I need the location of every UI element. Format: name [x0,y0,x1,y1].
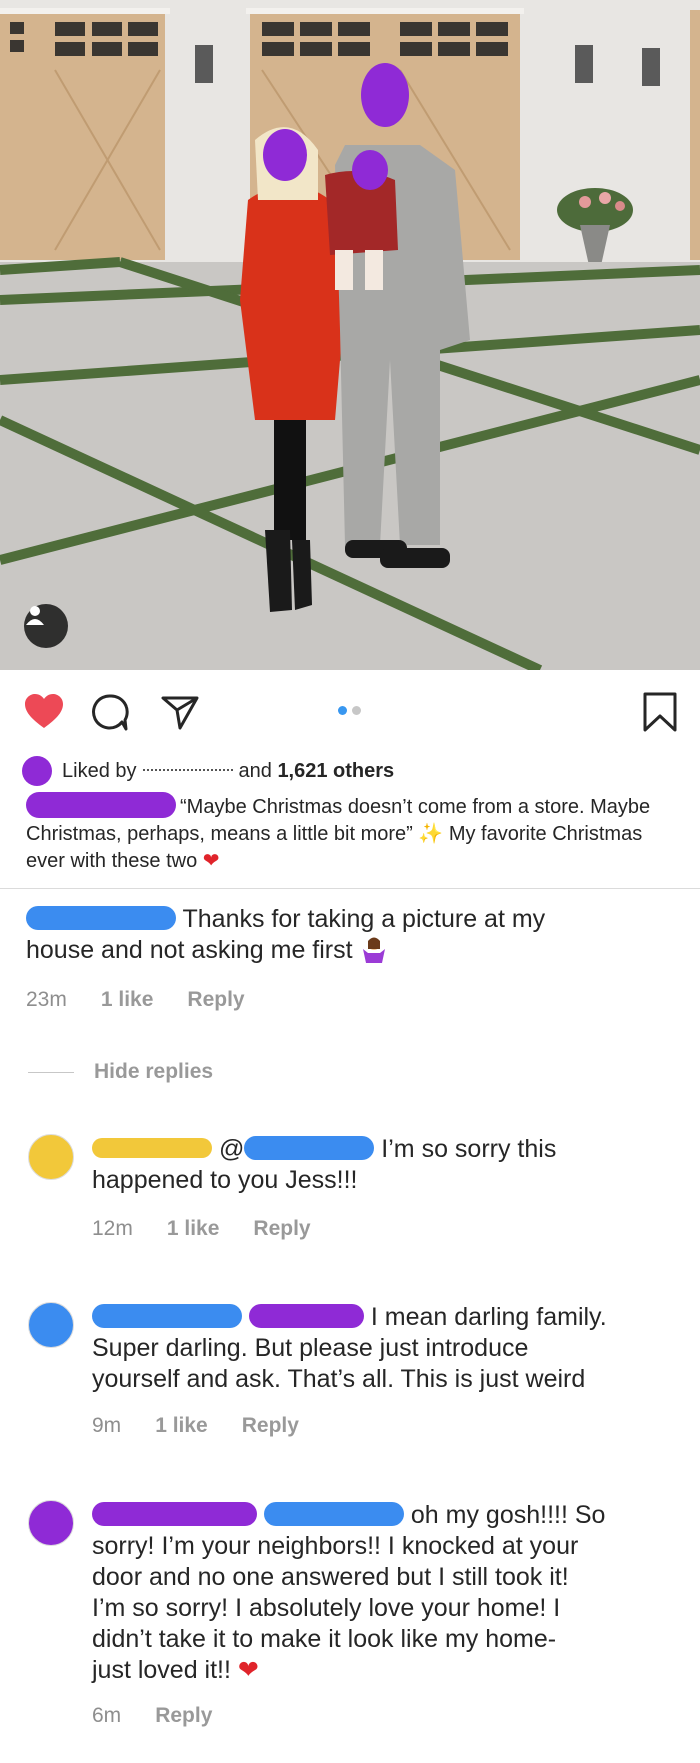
liker-avatar [22,756,52,786]
mention-at: @ [218,1135,245,1163]
photo-illustration [0,0,700,670]
avatar[interactable] [28,1500,74,1546]
reply-text-line: sorry! I’m your neighbors!! I knocked at… [92,1532,579,1560]
reply-body: I mean darling family. Super darling. Bu… [92,1302,682,1395]
reply-meta: 12m 1 like Reply [92,1217,345,1241]
reply-text-line: happened to you Jess!!! [92,1166,358,1194]
carousel-indicator [338,706,361,715]
redacted-username [92,1138,212,1158]
likes-prefix: Liked by [62,759,137,782]
redacted-username [92,1502,257,1526]
reply-button[interactable]: Reply [242,1414,299,1438]
heart-emoji-icon: ❤ [237,1656,259,1684]
heart-emoji-icon: ❤ [202,850,220,872]
comment-button[interactable] [88,690,132,734]
comment-icon [92,694,129,731]
reply-time: 6m [92,1704,122,1727]
reply-meta: 6m Reply [92,1704,246,1728]
comment-likes[interactable]: 1 like [101,988,154,1012]
person-shrugging-icon [362,937,385,963]
like-button[interactable] [22,690,66,734]
redacted-username [142,769,233,773]
heart-icon [25,694,63,728]
redacted-username [26,792,176,818]
reply-body: @ I’m so sorry this happened to you Jess… [92,1134,672,1196]
redacted-username [26,906,176,930]
reply-button[interactable]: Reply [155,1704,212,1728]
reply-button[interactable]: Reply [253,1217,310,1241]
redacted-mention [263,1502,404,1526]
bookmark-icon [643,692,677,732]
reply-text-line: I’m so sorry this [381,1135,557,1163]
share-icon [161,696,199,730]
redacted-mention [248,1304,364,1328]
likes-suffix: and [238,759,272,782]
bookmark-button[interactable] [638,690,682,734]
share-button[interactable] [158,690,202,734]
reply-text-line: oh my gosh!!!! So [410,1501,606,1529]
hide-replies-button[interactable]: Hide replies [28,1060,213,1084]
hide-replies-label: Hide replies [94,1060,214,1083]
comment-time: 23m [26,988,67,1011]
reply-likes[interactable]: 1 like [167,1217,220,1241]
reply-likes[interactable]: 1 like [155,1414,208,1438]
reply-text-line: yourself and ask. That’s all. This is ju… [92,1365,586,1393]
reply-text-line: didn’t take it to make it look like my h… [92,1625,557,1653]
post-photo[interactable] [0,0,700,670]
divider [28,1071,74,1073]
comment-meta: 23m 1 like Reply [26,988,279,1012]
reply-text-line: I mean darling family. [370,1303,607,1331]
redacted-username [92,1304,242,1328]
reply-time: 12m [92,1217,133,1240]
reply-text-line: door and no one answered but I still too… [92,1563,569,1591]
reply-text-line: Super darling. But please just introduce [92,1334,529,1362]
carousel-dot-active [338,706,347,715]
carousel-dot [352,706,361,715]
reply-button[interactable]: Reply [187,988,244,1012]
avatar[interactable] [28,1134,74,1180]
avatar[interactable] [28,1302,74,1348]
divider [0,888,700,889]
reply-meta: 9m 1 like Reply [92,1414,333,1438]
comment-text-line: Thanks for taking a picture at my [182,905,546,933]
redacted-mention [244,1136,375,1160]
user-tag-icon [26,606,44,625]
post-caption: “Maybe Christmas doesn’t come from a sto… [26,792,666,875]
reply-text-line: just loved it!! [92,1656,231,1684]
comment-text-line: house and not asking me first [26,936,353,964]
likes-count[interactable]: 1,621 others [277,760,394,783]
user-tag-button[interactable] [24,604,68,648]
sparkles-icon: ✨ [418,823,444,845]
reply-body: oh my gosh!!!! So sorry! I’m your neighb… [92,1500,682,1686]
reply-text-line: I’m so sorry! I absolutely love your hom… [92,1594,561,1622]
reply-time: 9m [92,1414,122,1437]
likes-row[interactable]: Liked by and 1,621 others [22,756,394,786]
comment-body: Thanks for taking a picture at my house … [26,904,666,966]
